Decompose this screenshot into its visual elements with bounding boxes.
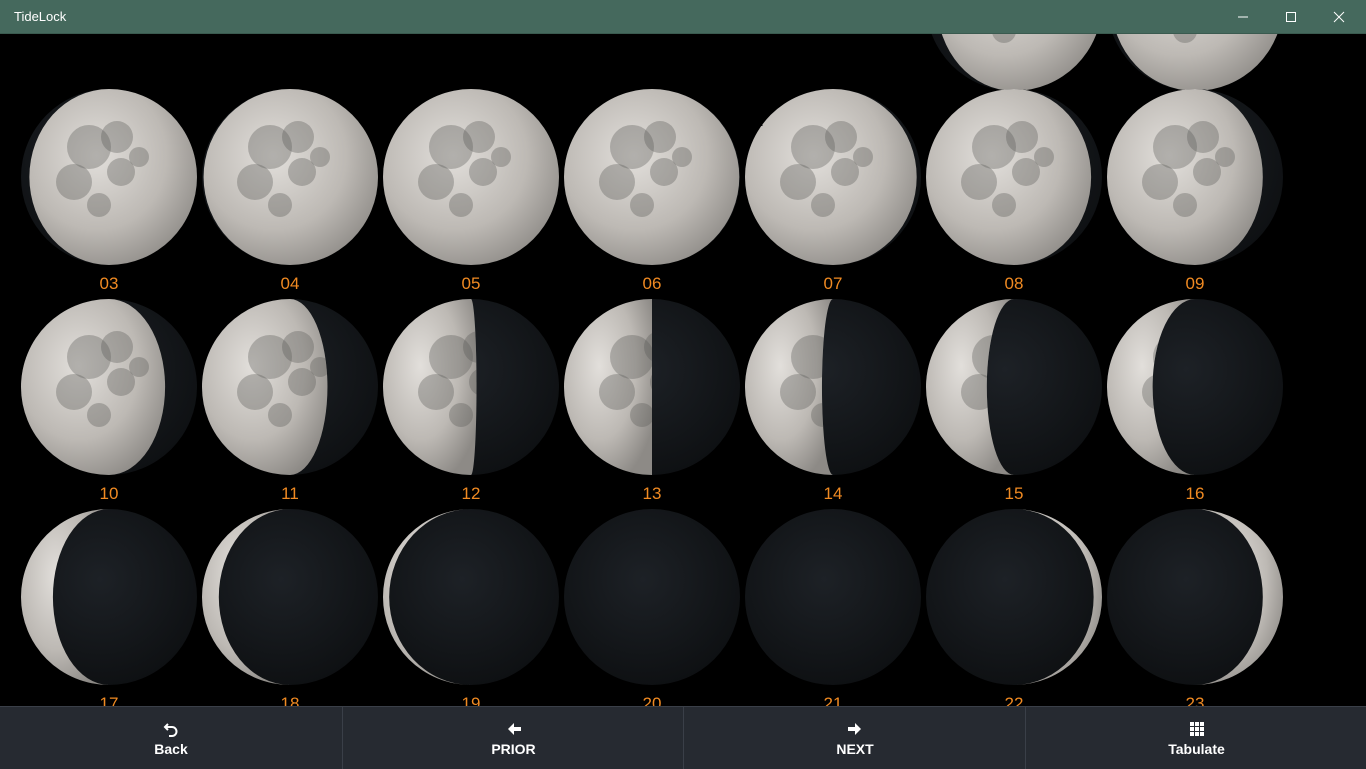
moon-dark-side bbox=[564, 509, 740, 685]
minimize-button[interactable] bbox=[1220, 0, 1266, 33]
moon-phase-image[interactable] bbox=[744, 508, 922, 686]
moon-phase-image[interactable] bbox=[744, 88, 922, 266]
arrow-right-icon bbox=[847, 719, 863, 739]
moon-phase-image[interactable] bbox=[1106, 298, 1284, 476]
moon-lit-side bbox=[941, 34, 1097, 91]
moon-phase-image[interactable] bbox=[201, 298, 379, 476]
moon-phase-image[interactable] bbox=[1106, 34, 1284, 92]
day-label: 15 bbox=[1004, 484, 1024, 503]
minimize-icon bbox=[1238, 16, 1248, 17]
moon-phase-image[interactable] bbox=[563, 298, 741, 476]
day-label: 07 bbox=[823, 274, 843, 293]
moon-dark-side bbox=[745, 509, 921, 685]
prior-label: PRIOR bbox=[491, 741, 536, 757]
moon-phase-image[interactable] bbox=[925, 508, 1103, 686]
moon-phase-image[interactable] bbox=[563, 508, 741, 686]
moon-lit-side bbox=[1107, 89, 1263, 265]
next-label: NEXT bbox=[836, 741, 874, 757]
moon-lit-side bbox=[21, 299, 166, 475]
maximize-icon bbox=[1286, 11, 1296, 22]
window-title: TideLock bbox=[14, 9, 67, 24]
moon-phase-image[interactable] bbox=[382, 88, 560, 266]
moon-lit-side bbox=[1116, 34, 1278, 91]
day-label: 14 bbox=[823, 484, 843, 503]
day-label: 12 bbox=[461, 484, 481, 503]
moon-phase-image[interactable] bbox=[925, 298, 1103, 476]
moon-phase-image[interactable] bbox=[1106, 508, 1284, 686]
next-button[interactable]: NEXT bbox=[683, 707, 1026, 769]
day-label: 04 bbox=[280, 274, 300, 293]
day-label: 21 bbox=[823, 694, 843, 706]
day-label: 10 bbox=[99, 484, 119, 503]
bottom-app-bar: Back PRIOR NEXT Tabulate bbox=[0, 706, 1366, 769]
grid-icon bbox=[1189, 719, 1205, 739]
day-label: 11 bbox=[281, 484, 299, 503]
moon-phase-image[interactable] bbox=[20, 88, 198, 266]
moon-phase-image[interactable] bbox=[563, 88, 741, 266]
day-label: 18 bbox=[280, 694, 300, 706]
day-label: 16 bbox=[1185, 484, 1205, 503]
back-button[interactable]: Back bbox=[0, 707, 342, 769]
maximize-button[interactable] bbox=[1268, 0, 1314, 33]
back-label: Back bbox=[154, 741, 188, 757]
moon-phase-image[interactable] bbox=[744, 298, 922, 476]
moon-phase-image[interactable] bbox=[20, 508, 198, 686]
moon-phase-image[interactable] bbox=[925, 88, 1103, 266]
moon-phase-image[interactable] bbox=[1106, 88, 1284, 266]
day-label: 13 bbox=[642, 484, 662, 503]
arrow-left-icon bbox=[506, 719, 522, 739]
day-label: 09 bbox=[1185, 274, 1205, 293]
moon-phase-grid: 0102030405060708091011121314151617181920… bbox=[1, 34, 1365, 706]
day-label: 23 bbox=[1185, 694, 1205, 706]
day-label: 05 bbox=[461, 274, 481, 293]
moon-phase-image[interactable] bbox=[20, 298, 198, 476]
prior-button[interactable]: PRIOR bbox=[342, 707, 684, 769]
tabulate-label: Tabulate bbox=[1168, 741, 1225, 757]
day-label: 22 bbox=[1004, 694, 1024, 706]
moon-phase-image[interactable] bbox=[382, 508, 560, 686]
title-bar: TideLock bbox=[0, 0, 1366, 34]
undo-arrow-icon bbox=[163, 719, 179, 739]
moon-phase-image[interactable] bbox=[925, 34, 1103, 92]
close-button[interactable] bbox=[1316, 0, 1362, 33]
moon-phase-image[interactable] bbox=[201, 508, 379, 686]
moon-phase-image[interactable] bbox=[382, 298, 560, 476]
moon-phase-image[interactable] bbox=[201, 88, 379, 266]
close-icon bbox=[1333, 11, 1345, 22]
day-label: 17 bbox=[99, 694, 119, 706]
moon-lit-side bbox=[926, 89, 1092, 265]
day-label: 03 bbox=[99, 274, 119, 293]
day-label: 20 bbox=[642, 694, 662, 706]
moon-lit-side bbox=[745, 89, 917, 265]
tabulate-button[interactable]: Tabulate bbox=[1025, 707, 1366, 769]
day-label: 08 bbox=[1004, 274, 1024, 293]
day-label: 06 bbox=[642, 274, 662, 293]
day-label: 19 bbox=[461, 694, 481, 706]
